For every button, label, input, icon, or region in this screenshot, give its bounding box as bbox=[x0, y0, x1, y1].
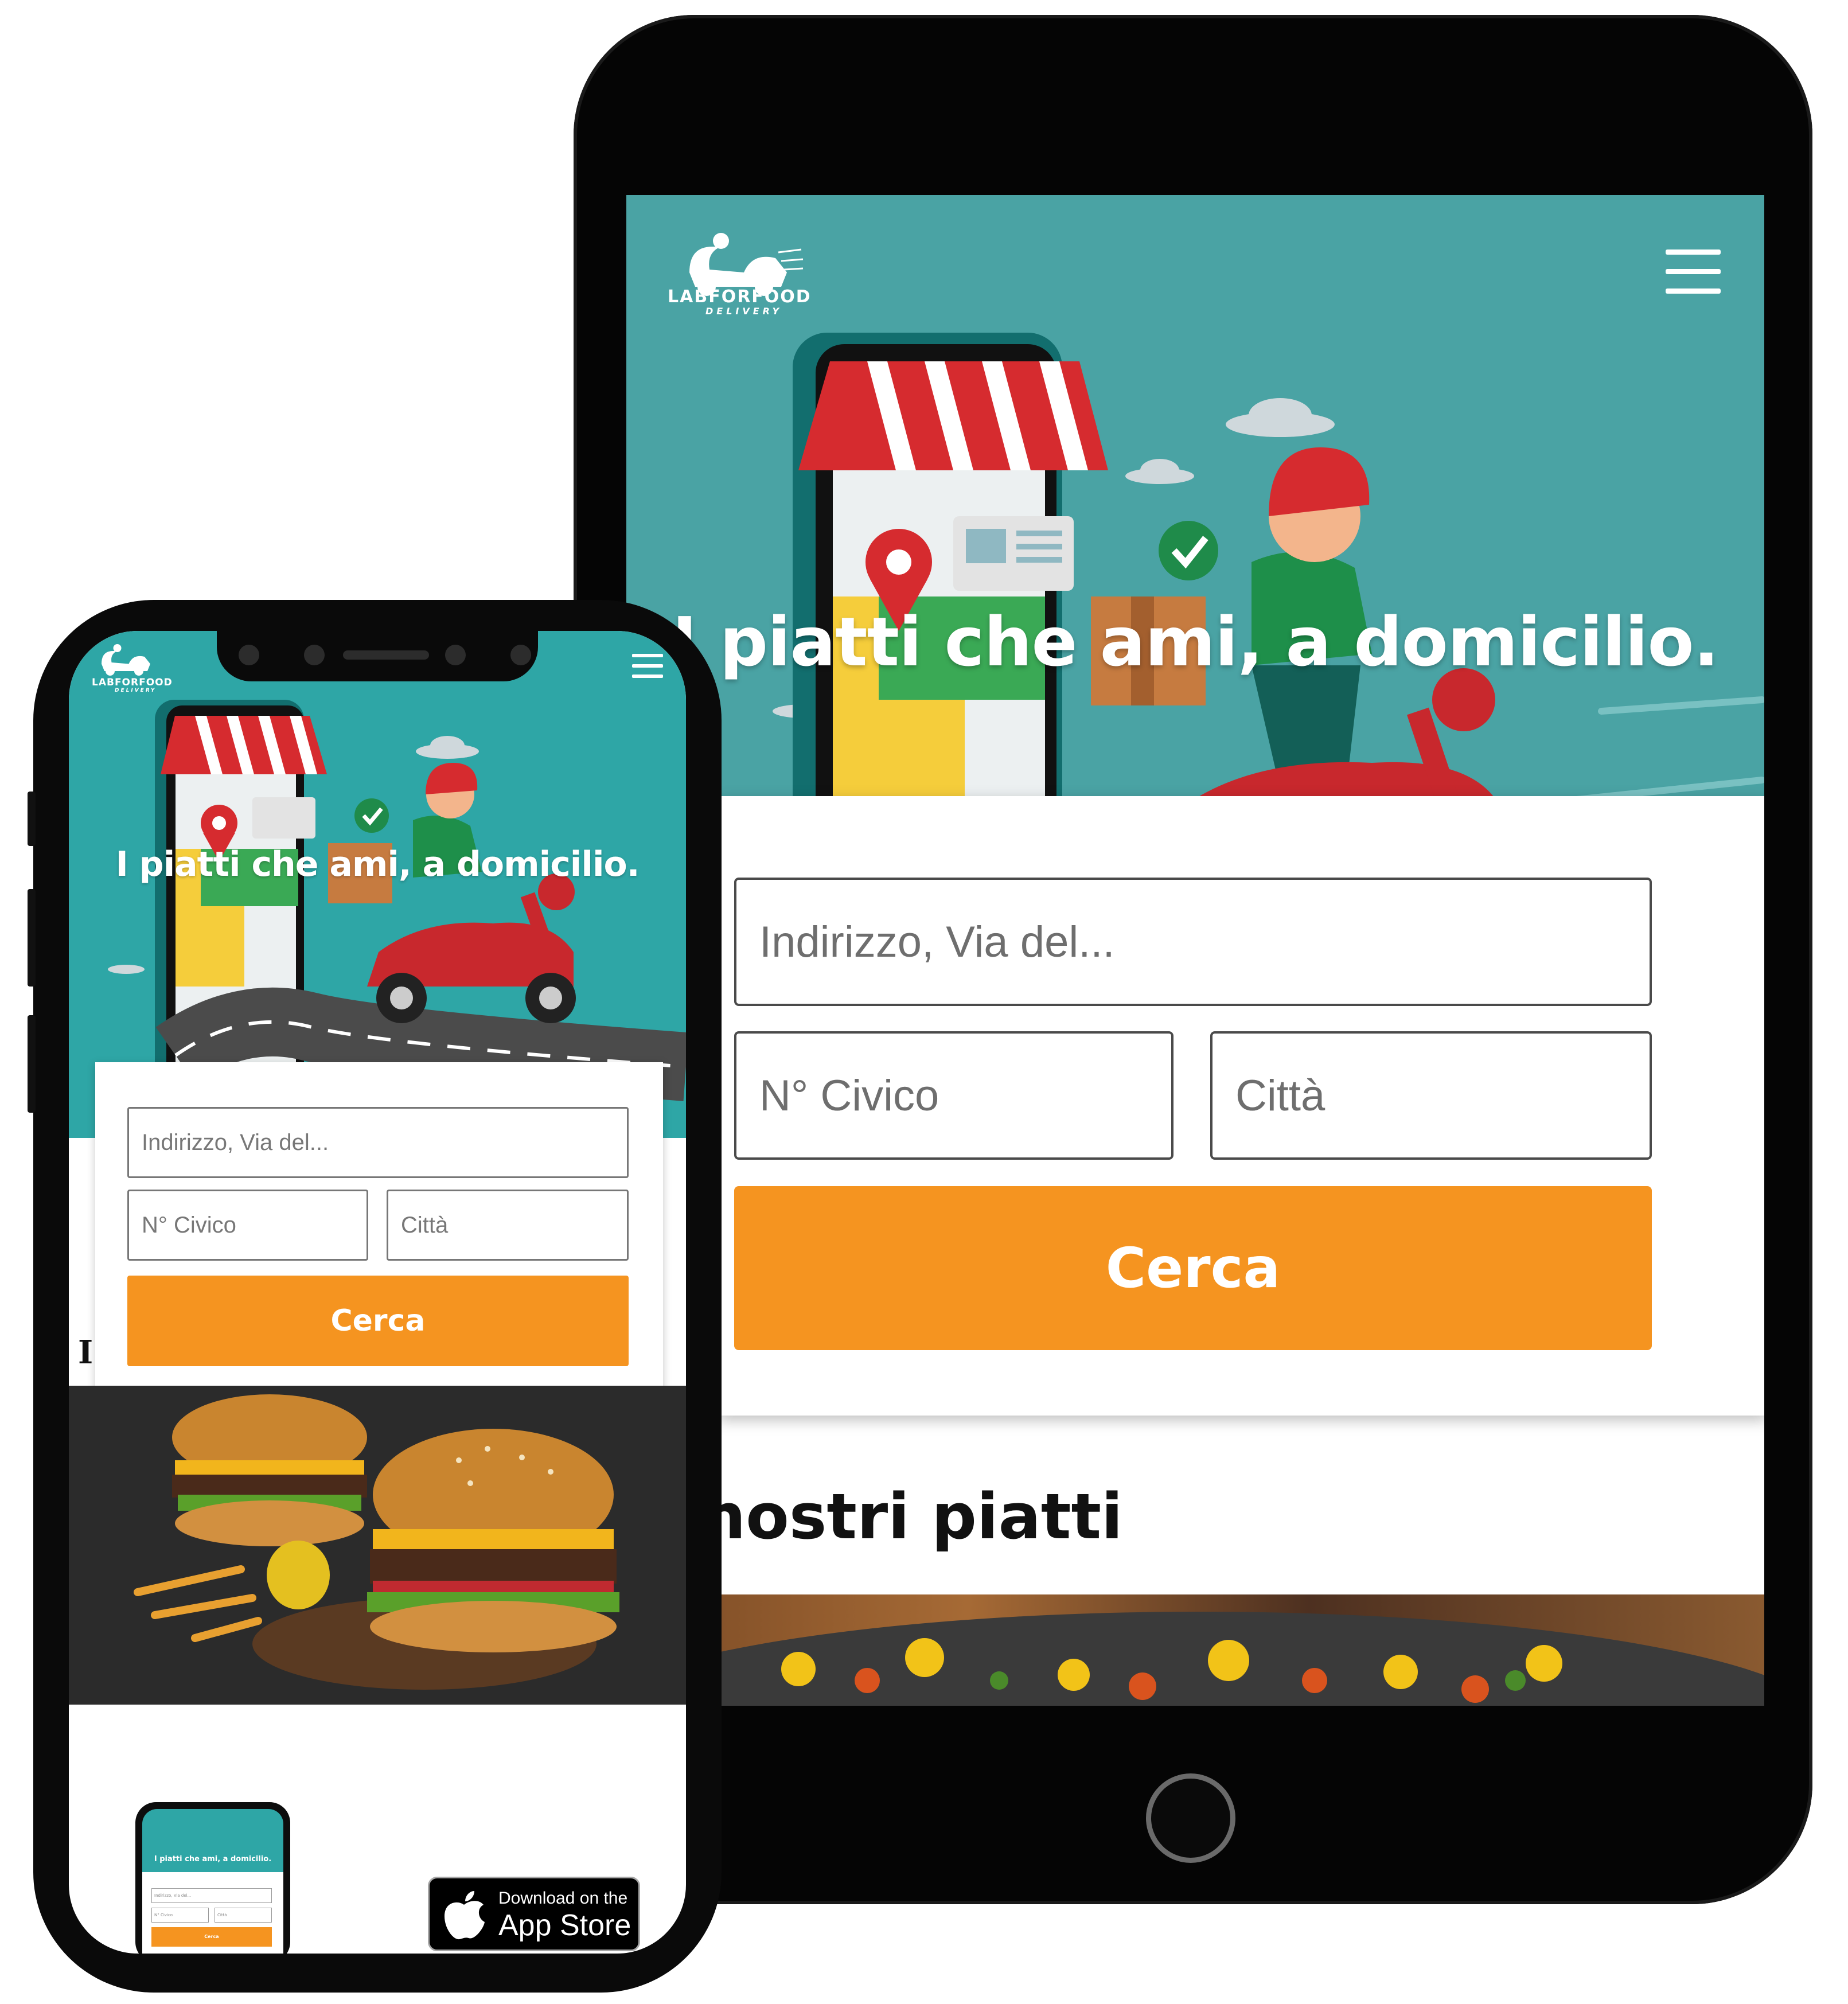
civic-number-input[interactable]: N° Civico bbox=[734, 1031, 1173, 1160]
brand-tagline: DELIVERY bbox=[705, 306, 783, 317]
food-image-paella bbox=[626, 1594, 1764, 1706]
app-store-line2: App Store bbox=[498, 1909, 631, 1942]
camera-dot bbox=[239, 645, 259, 665]
sensor-dot bbox=[304, 645, 325, 665]
camera-dot bbox=[510, 645, 531, 665]
hero-title: I piatti che ami, a domicilio. bbox=[115, 844, 640, 884]
hero-title: I piatti che ami, a domicilio. bbox=[672, 602, 1720, 681]
mini-hero-title: I piatti che ami, a domicilio. bbox=[154, 1855, 272, 1863]
hamburger-menu-icon[interactable] bbox=[1666, 249, 1721, 294]
section-title: nostri piatti bbox=[701, 1480, 1123, 1553]
address-search-card: Indirizzo, Via del... N° Civico Città Ce… bbox=[718, 796, 1764, 1416]
speaker-grille bbox=[343, 650, 429, 660]
brand-name: LABFORFOOD bbox=[92, 677, 173, 688]
paella-photo bbox=[626, 1612, 1764, 1706]
phone-side-button bbox=[28, 792, 36, 846]
app-store-line1: Download on the bbox=[498, 1889, 628, 1908]
food-image-burgers bbox=[69, 1386, 686, 1705]
brand-tagline: DELIVERY bbox=[115, 688, 157, 693]
mini-city-input: Città bbox=[215, 1908, 272, 1923]
city-input[interactable]: Città bbox=[1210, 1031, 1652, 1160]
mini-address-input: Indirizzo, Via del... bbox=[151, 1888, 272, 1903]
address-input[interactable]: Indirizzo, Via del... bbox=[127, 1107, 629, 1178]
phone-screen: LABFORFOOD DELIVERY I piatti che ami, a … bbox=[69, 631, 686, 1954]
burger-photo bbox=[69, 1386, 686, 1705]
mini-search-button: Cerca bbox=[151, 1927, 272, 1947]
section-title-initial: I bbox=[78, 1334, 93, 1371]
sensor-dot bbox=[445, 645, 466, 665]
address-search-card: Indirizzo, Via del... N° Civico Città Ce… bbox=[95, 1062, 663, 1401]
tablet-screen: LABFORFOOD DELIVERY I piatti che ami, a … bbox=[626, 195, 1764, 1706]
civic-number-input[interactable]: N° Civico bbox=[127, 1190, 368, 1261]
brand-name: LABFORFOOD bbox=[668, 287, 812, 307]
search-button[interactable]: Cerca bbox=[734, 1186, 1652, 1350]
phone-notch bbox=[217, 631, 538, 681]
address-input[interactable]: Indirizzo, Via del... bbox=[734, 878, 1652, 1006]
city-input[interactable]: Città bbox=[387, 1190, 629, 1261]
search-button[interactable]: Cerca bbox=[127, 1276, 629, 1366]
tablet-home-button[interactable] bbox=[1146, 1773, 1235, 1863]
app-store-badge[interactable]: Download on the App Store bbox=[428, 1877, 640, 1951]
mini-civic-input: N° Civico bbox=[151, 1908, 209, 1923]
phone-volume-up bbox=[28, 889, 36, 987]
app-preview-phone: I piatti che ami, a domicilio. Indirizzo… bbox=[135, 1802, 290, 1954]
apple-icon bbox=[445, 1891, 485, 1940]
hamburger-menu-icon[interactable] bbox=[632, 654, 663, 679]
phone-volume-down bbox=[28, 1015, 36, 1113]
